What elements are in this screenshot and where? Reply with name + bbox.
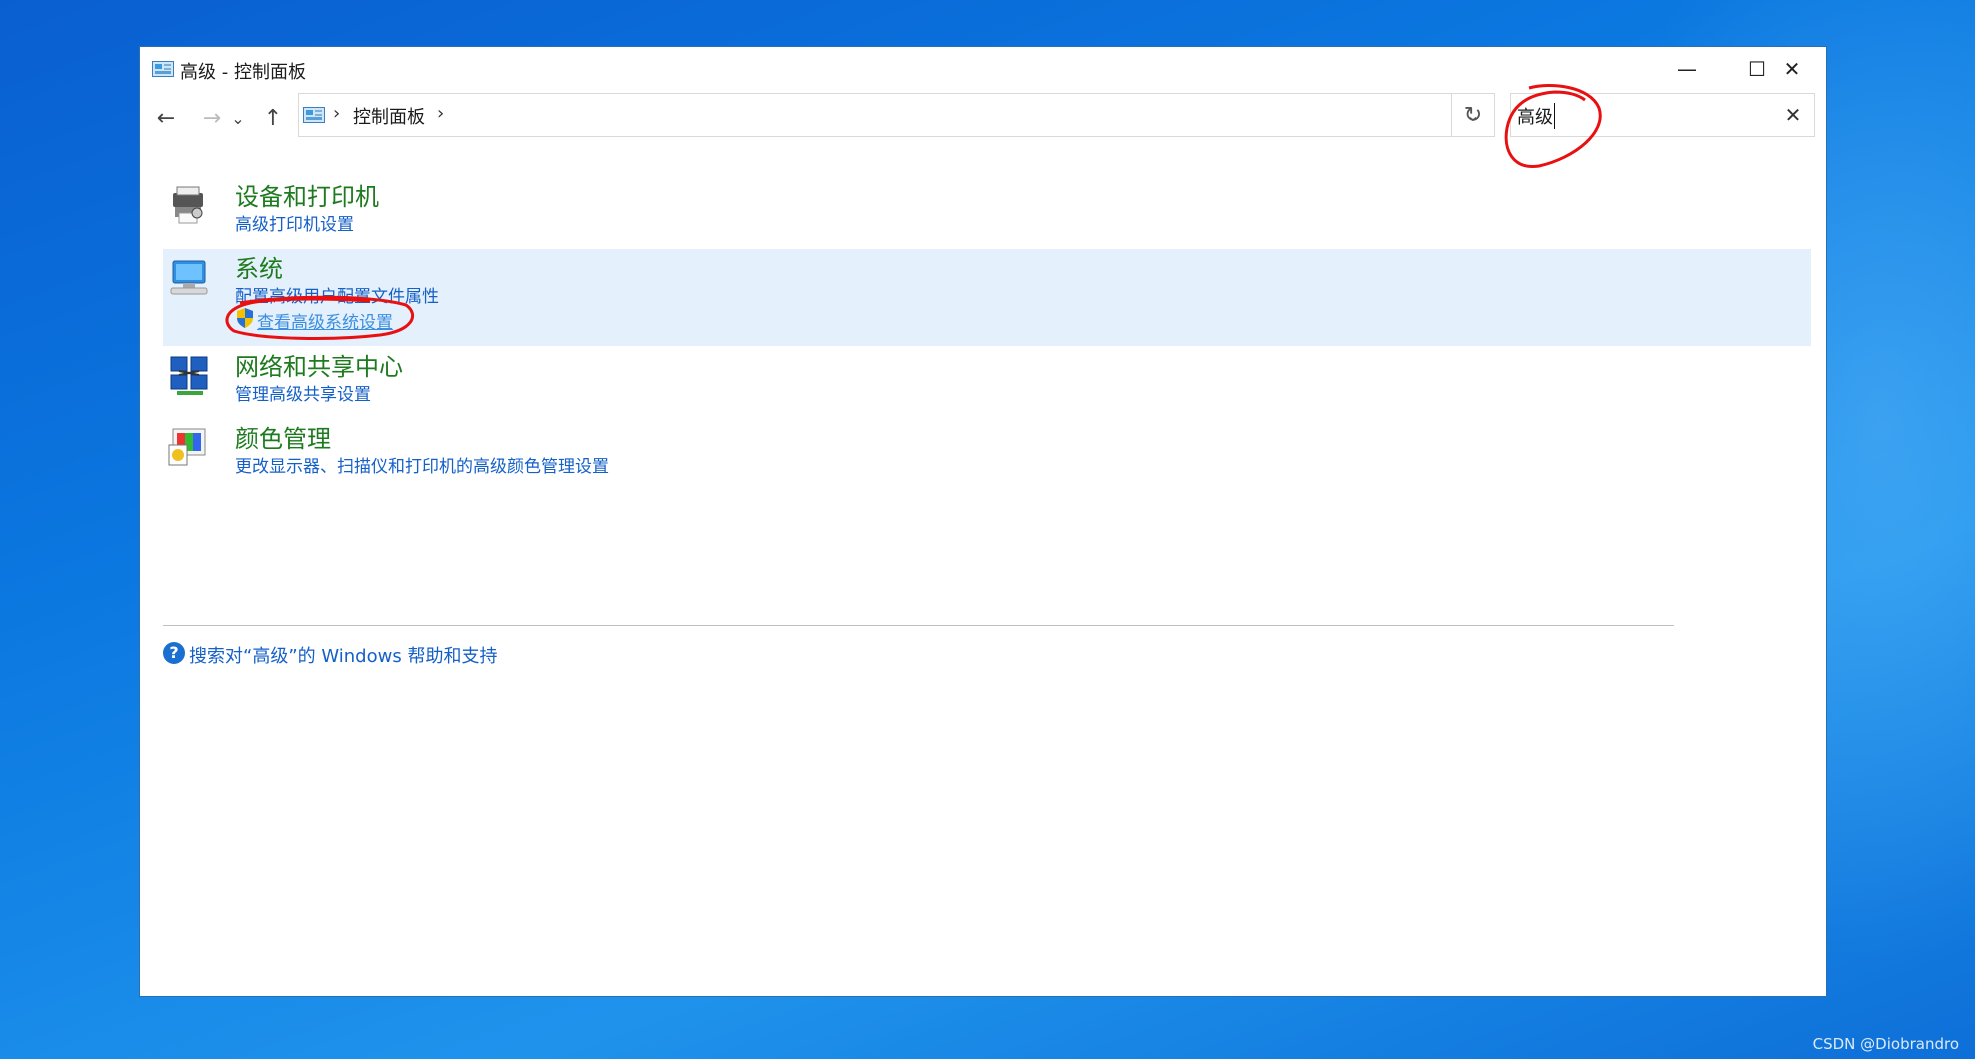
- close-icon: ✕: [1783, 57, 1801, 81]
- result-devices-printers: 设备和打印机 高级打印机设置: [163, 177, 1811, 247]
- result-link[interactable]: 管理高级共享设置: [235, 380, 371, 405]
- watermark: CSDN @Diobrandro: [1812, 1035, 1959, 1053]
- result-title[interactable]: 颜色管理: [235, 419, 331, 454]
- title-bar[interactable]: 高级 - 控制面板 — ☐ ✕: [140, 47, 1826, 91]
- search-input[interactable]: 高级: [1517, 103, 1555, 129]
- recent-locations-button[interactable]: ⌄: [228, 101, 248, 135]
- result-title[interactable]: 网络和共享中心: [235, 347, 403, 382]
- result-network-sharing: 网络和共享中心 管理高级共享设置: [163, 347, 1811, 417]
- printer-icon: [173, 186, 203, 224]
- control-panel-window: 高级 - 控制面板 — ☐ ✕ ← → ⌄ ↑ › 控制面板 › ⌄ ↻ 高级 …: [139, 46, 1827, 997]
- result-system: 系统 配置高级用户配置文件属性 查看高级系统设置: [163, 249, 1811, 346]
- result-title[interactable]: 设备和打印机: [235, 177, 379, 212]
- color-management-icon: [168, 428, 206, 466]
- clear-search-button[interactable]: ✕: [1778, 100, 1808, 130]
- chevron-down-icon: ⌄: [231, 108, 245, 128]
- close-icon: ✕: [1784, 103, 1802, 127]
- minimize-button[interactable]: —: [1652, 47, 1722, 91]
- address-bar[interactable]: › 控制面板 › ⌄: [298, 93, 1495, 137]
- breadcrumb-chevron-icon[interactable]: ›: [333, 103, 340, 124]
- result-title[interactable]: 系统: [235, 249, 283, 284]
- back-button[interactable]: ←: [150, 101, 182, 135]
- breadcrumb-control-panel[interactable]: 控制面板: [353, 103, 425, 129]
- control-panel-icon: [152, 61, 174, 77]
- computer-icon: [170, 260, 208, 295]
- result-color-management: 颜色管理 更改显示器、扫描仪和打印机的高级颜色管理设置: [163, 419, 1811, 489]
- breadcrumb-chevron-icon[interactable]: ›: [437, 103, 444, 124]
- back-arrow-icon: ←: [156, 105, 176, 131]
- network-icon: [170, 356, 208, 395]
- up-arrow-icon: ↑: [263, 105, 283, 131]
- result-link[interactable]: 高级打印机设置: [235, 210, 354, 235]
- close-button[interactable]: ✕: [1756, 47, 1828, 91]
- help-search-text[interactable]: 搜索对“高级”的 Windows 帮助和支持: [189, 642, 497, 668]
- help-icon: ?: [163, 642, 185, 664]
- refresh-button[interactable]: ↻: [1451, 93, 1495, 137]
- refresh-icon: ↻: [1463, 102, 1483, 128]
- up-button[interactable]: ↑: [257, 101, 289, 135]
- control-panel-icon: [303, 107, 325, 123]
- view-advanced-system-settings-link[interactable]: 查看高级系统设置: [257, 308, 393, 333]
- forward-arrow-icon: →: [202, 105, 222, 131]
- result-link[interactable]: 配置高级用户配置文件属性: [235, 282, 439, 307]
- forward-button[interactable]: →: [196, 101, 228, 135]
- window-title: 高级 - 控制面板: [180, 62, 306, 83]
- search-box[interactable]: 高级 ✕: [1510, 93, 1815, 137]
- minimize-icon: —: [1677, 57, 1697, 81]
- uac-shield-icon: [237, 308, 253, 328]
- navigation-bar: ← → ⌄ ↑ › 控制面板 › ⌄ ↻ 高级 ✕: [140, 93, 1826, 145]
- divider: [163, 625, 1674, 626]
- result-link[interactable]: 更改显示器、扫描仪和打印机的高级颜色管理设置: [235, 452, 609, 477]
